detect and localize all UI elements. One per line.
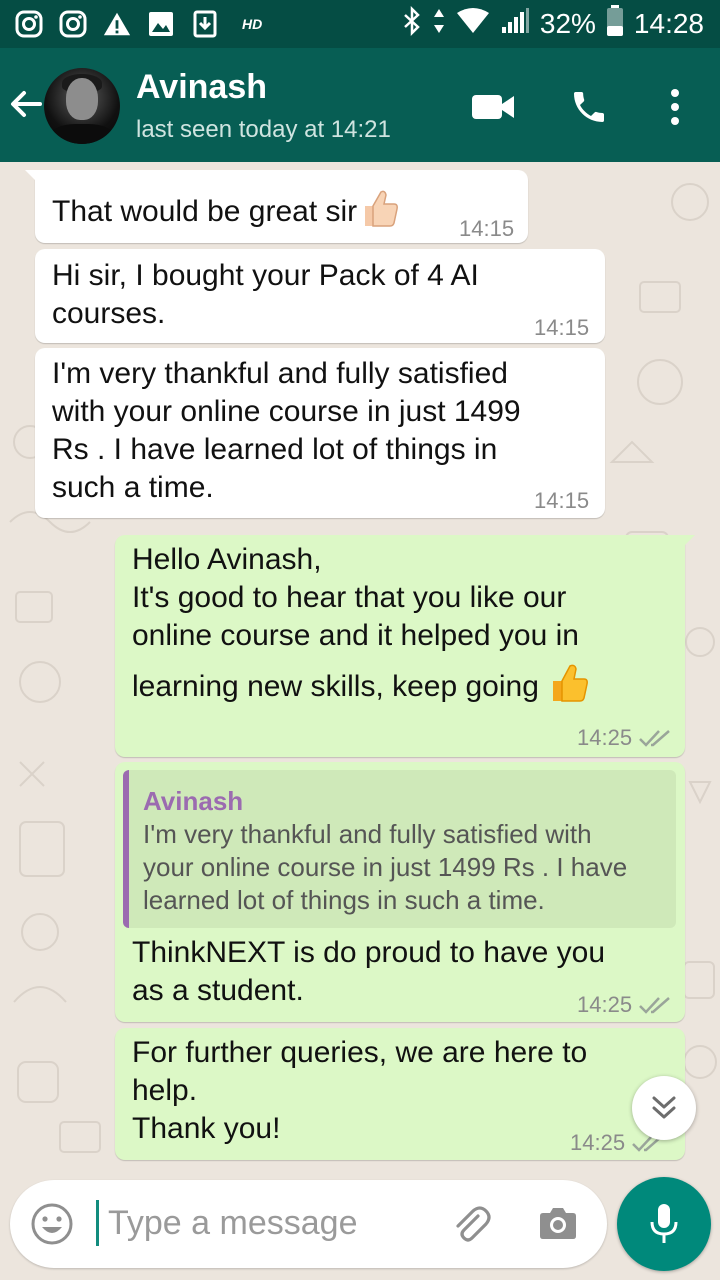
outgoing-message[interactable]: Hello Avinash, It's good to hear that yo…	[115, 535, 695, 757]
message-time: 14:15	[459, 216, 515, 241]
video-call-icon[interactable]	[470, 84, 516, 130]
microphone-icon	[650, 1204, 678, 1243]
signal-icon	[500, 7, 530, 42]
message-line: It's good to hear that you like our	[132, 581, 567, 614]
thumbs-up-emoji-icon	[547, 661, 591, 715]
download-icon	[190, 9, 220, 39]
message-time: 14:25	[570, 1130, 626, 1155]
status-bar: HD 32% 14:28	[0, 0, 720, 48]
back-arrow-icon[interactable]	[8, 84, 44, 124]
message-line: Rs . I have learned lot of things in	[52, 433, 498, 466]
message-line: courses.	[52, 297, 166, 330]
message-line: as a student.	[132, 974, 304, 1007]
double-chevron-down-icon	[652, 1096, 676, 1119]
incoming-message[interactable]: That would be great sir 14:15	[25, 170, 528, 243]
battery-percent: 32%	[539, 8, 596, 39]
quoted-author: Avinash	[143, 786, 244, 816]
thumbs-up-emoji-icon	[357, 186, 401, 240]
instagram-icon	[58, 9, 88, 39]
message-line: with your online course in just 1499	[52, 395, 521, 428]
message-input[interactable]: Type a message	[108, 1204, 357, 1243]
text-cursor	[96, 1200, 99, 1246]
more-options-icon[interactable]	[652, 84, 698, 130]
message-line: Thank you!	[132, 1112, 281, 1145]
outgoing-message[interactable]: For further queries, we are here to help…	[115, 1028, 685, 1160]
bluetooth-icon	[402, 5, 422, 43]
avatar[interactable]	[44, 68, 120, 144]
quoted-line: I'm very thankful and fully satisfied wi…	[143, 819, 592, 849]
quoted-line: learned lot of things in such a time.	[143, 885, 545, 915]
scroll-to-bottom-button[interactable]	[632, 1076, 696, 1140]
incoming-message[interactable]: I'm very thankful and fully satisfied wi…	[35, 348, 605, 518]
warning-icon	[102, 9, 132, 39]
message-line: For further queries, we are here to	[132, 1036, 588, 1069]
message-line: I'm very thankful and fully satisfied	[52, 357, 508, 390]
double-check-icon	[639, 730, 670, 747]
image-icon	[146, 9, 176, 39]
message-time: 14:25	[577, 725, 633, 750]
instagram-icon	[14, 9, 44, 39]
message-time: 14:25	[577, 992, 633, 1017]
message-line: such a time.	[52, 471, 214, 504]
last-seen-status[interactable]: last seen today at 14:21	[136, 116, 391, 144]
message-text: That would be great sir	[52, 194, 358, 228]
message-line: Hello Avinash,	[132, 543, 322, 576]
message-time: 14:15	[534, 488, 590, 513]
double-check-icon	[639, 997, 670, 1014]
outgoing-reply-message[interactable]: Avinash I'm very thankful and fully sati…	[115, 762, 685, 1022]
quoted-line: your online course in just 1499 Rs . I h…	[143, 852, 628, 882]
quote-accent-bar	[123, 770, 129, 928]
message-composer[interactable]: Type a message	[10, 1180, 607, 1268]
hd-indicator: HD	[242, 16, 263, 32]
emoji-icon[interactable]	[30, 1202, 74, 1246]
paperclip-icon[interactable]	[448, 1202, 492, 1246]
message-line: Hi sir, I bought your Pack of 4 AI	[52, 259, 479, 292]
status-clock: 14:28	[633, 8, 704, 39]
chat-header: Avinash last seen today at 14:21	[0, 48, 720, 162]
phone-call-icon[interactable]	[566, 84, 612, 130]
voice-record-button[interactable]	[617, 1177, 711, 1271]
chat-area[interactable]: That would be great sir 14:15 Hi sir, I …	[0, 162, 720, 1180]
battery-icon	[606, 4, 624, 44]
data-arrows-icon	[432, 6, 446, 43]
message-line: online course and it helped you in	[132, 619, 579, 652]
quoted-message[interactable]: Avinash I'm very thankful and fully sati…	[123, 770, 676, 928]
message-line: learning new skills, keep going	[132, 669, 539, 703]
wifi-icon	[456, 7, 490, 42]
message-line: ThinkNEXT is do proud to have you	[132, 936, 606, 969]
message-line: help.	[132, 1074, 198, 1107]
message-time: 14:15	[534, 315, 590, 340]
contact-name[interactable]: Avinash	[136, 68, 267, 107]
incoming-message[interactable]: Hi sir, I bought your Pack of 4 AI cours…	[35, 249, 605, 343]
camera-icon[interactable]	[536, 1202, 580, 1246]
